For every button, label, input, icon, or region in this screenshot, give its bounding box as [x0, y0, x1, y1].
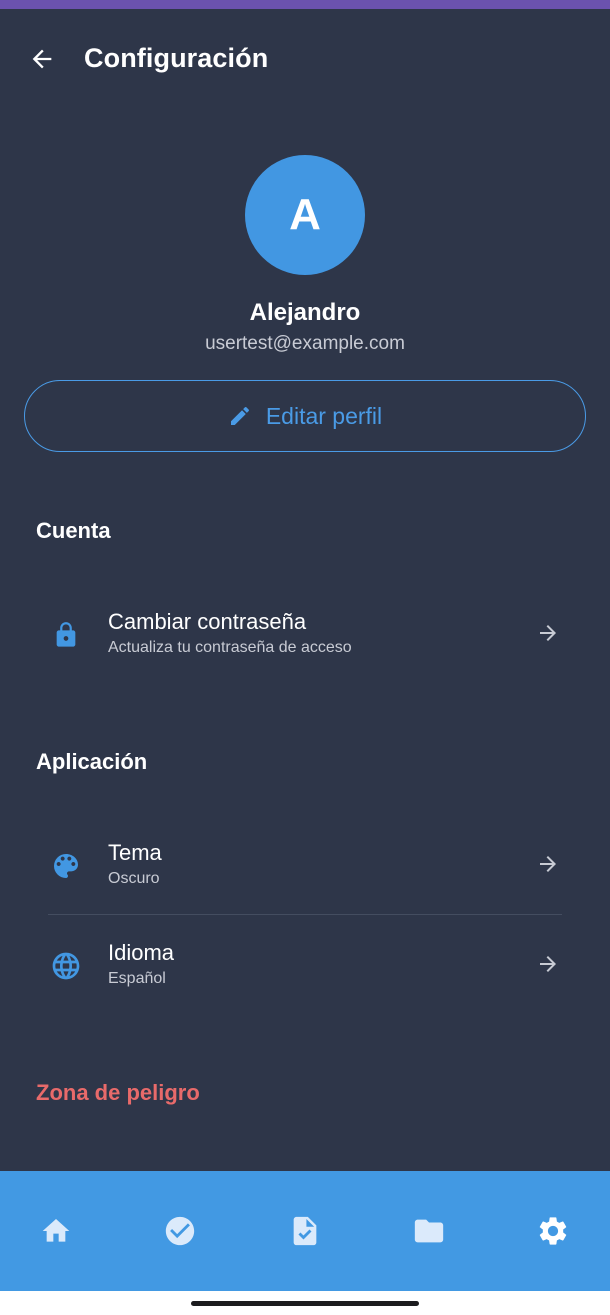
bottom-navigation [0, 1171, 610, 1291]
status-bar-strip [0, 0, 610, 9]
folder-icon [414, 1219, 444, 1243]
language-subtitle: Español [108, 970, 166, 987]
change-password-subtitle: Actualiza tu contraseña de acceso [108, 639, 352, 656]
globe-icon [50, 950, 82, 982]
theme-subtitle: Oscuro [108, 870, 160, 887]
check-circle-icon [165, 1216, 195, 1246]
edit-profile-button[interactable]: Editar perfil [24, 380, 586, 452]
theme-title: Tema [108, 840, 162, 865]
nav-folder[interactable] [409, 1211, 449, 1251]
back-button[interactable] [22, 39, 62, 79]
section-title-danger: Zona de peligro [36, 1080, 200, 1105]
arrow-left-icon [32, 49, 52, 69]
user-email: usertest@example.com [205, 333, 405, 354]
home-indicator[interactable] [191, 1301, 419, 1306]
app-bar: Configuración [0, 9, 610, 109]
language-row[interactable]: Idioma Español [36, 920, 576, 1008]
lock-icon [50, 619, 82, 651]
nav-documents[interactable] [285, 1211, 325, 1251]
document-check-icon [293, 1216, 317, 1246]
palette-icon [50, 850, 82, 882]
divider [48, 914, 562, 915]
section-title-account: Cuenta [36, 518, 111, 543]
settings-screen: Configuración A Alejandro usertest@examp… [0, 9, 610, 1171]
nav-tasks[interactable] [160, 1211, 200, 1251]
change-password-title: Cambiar contraseña [108, 609, 307, 634]
section-title-application: Aplicación [36, 749, 148, 774]
theme-row[interactable]: Tema Oscuro [36, 820, 576, 908]
nav-home[interactable] [36, 1211, 76, 1251]
nav-settings[interactable] [533, 1211, 573, 1251]
arrow-right-icon [540, 856, 556, 872]
pencil-icon [230, 406, 249, 425]
arrow-right-icon [540, 956, 556, 972]
user-name: Alejandro [249, 299, 361, 326]
language-title: Idioma [108, 940, 175, 965]
edit-profile-label: Editar perfil [265, 402, 383, 429]
change-password-row[interactable]: Cambiar contraseña Actualiza tu contrase… [36, 589, 576, 677]
page-title: Configuración [84, 43, 269, 73]
avatar: A [245, 155, 365, 275]
arrow-right-icon [540, 625, 556, 641]
gear-icon [539, 1217, 567, 1245]
home-icon [42, 1219, 70, 1242]
